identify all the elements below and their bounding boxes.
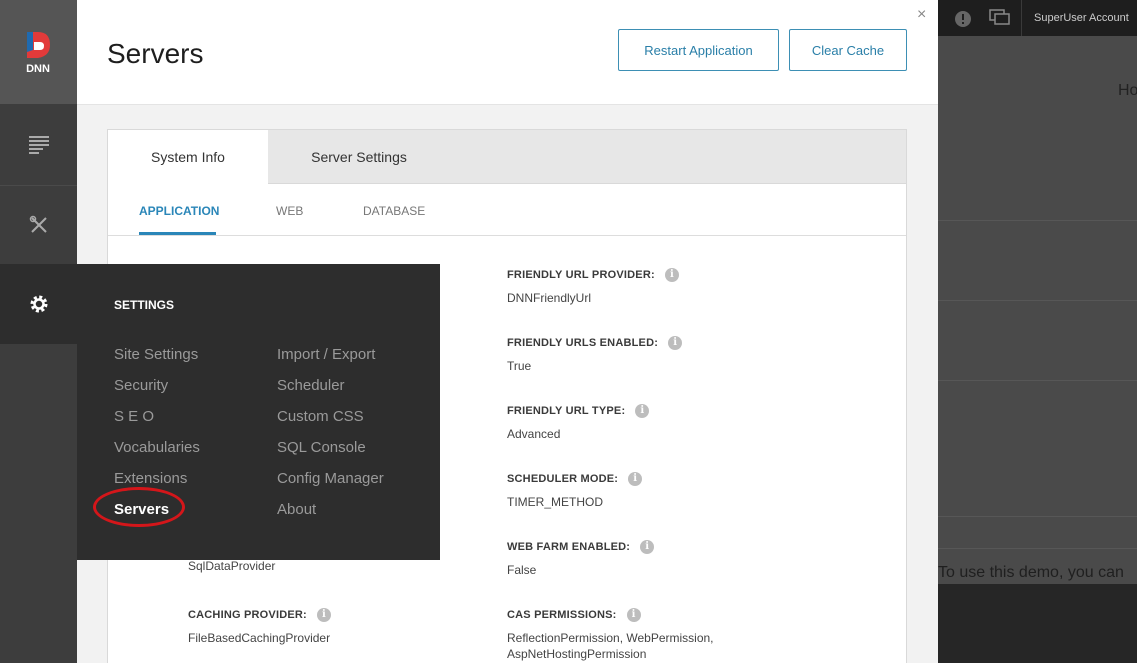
chat-icon[interactable] <box>989 9 1011 27</box>
tools-icon <box>29 215 47 233</box>
notification-icon[interactable] <box>953 10 973 28</box>
clear-cache-button[interactable]: Clear Cache <box>789 29 907 71</box>
field-value: DNNFriendlyUrl <box>507 291 592 305</box>
background-site: SuperUser Account Ho To use this demo, y… <box>938 0 1137 663</box>
info-icon[interactable]: i <box>664 267 679 282</box>
info-icon[interactable]: i <box>668 335 683 350</box>
bg-divider <box>938 516 1137 517</box>
field-value: False <box>507 563 537 577</box>
topbar-divider <box>1021 0 1022 36</box>
field-label: CACHING PROVIDER: <box>188 608 307 621</box>
bg-divider <box>938 548 1137 549</box>
sub-tabs: APPLICATION WEB DATABASE <box>108 184 906 236</box>
field-label: SCHEDULER MODE: <box>507 472 619 485</box>
highlight-circle <box>93 487 185 527</box>
menu-item-security[interactable]: Security <box>114 377 168 394</box>
field-web-farm-enabled: WEB FARM ENABLED: i False <box>507 538 807 578</box>
background-content <box>938 36 1137 584</box>
background-demo-text: To use this demo, you can <box>938 564 1124 581</box>
panel-header: Servers Restart Application Clear Cache … <box>77 0 938 105</box>
field-data-provider: SqlDataProvider <box>188 558 448 574</box>
menu-item-config-manager[interactable]: Config Manager <box>277 470 384 487</box>
info-icon[interactable]: i <box>626 607 641 622</box>
field-value: FileBasedCachingProvider <box>188 631 331 645</box>
field-value: Advanced <box>507 427 561 441</box>
main-tabs: System Info Server Settings <box>108 130 906 184</box>
field-value: True <box>507 359 532 373</box>
field-friendly-url-provider: FRIENDLY URL PROVIDER: i DNNFriendlyUrl <box>507 266 807 306</box>
menu-item-import-export[interactable]: Import / Export <box>277 346 375 363</box>
field-friendly-url-type: FRIENDLY URL TYPE: i Advanced <box>507 402 807 442</box>
menu-item-site-settings[interactable]: Site Settings <box>114 346 198 363</box>
dnn-logo[interactable]: DNN <box>0 0 77 104</box>
field-value: SqlDataProvider <box>188 559 276 573</box>
gear-icon <box>30 295 47 313</box>
sidebar-manage-button[interactable] <box>0 185 77 265</box>
field-label: FRIENDLY URL TYPE: <box>507 404 626 417</box>
field-friendly-urls-enabled: FRIENDLY URLS ENABLED: i True <box>507 334 807 374</box>
subtab-application[interactable]: APPLICATION <box>139 204 219 218</box>
field-caching-provider: CACHING PROVIDER: i FileBasedCachingProvi… <box>188 606 448 646</box>
restart-application-button[interactable]: Restart Application <box>618 29 779 71</box>
field-scheduler-mode: SCHEDULER MODE: i TIMER_METHOD <box>507 470 807 510</box>
sidebar-content-button[interactable] <box>0 105 77 185</box>
dnn-logo-icon: DNN <box>26 32 50 75</box>
tab-server-settings[interactable]: Server Settings <box>268 130 450 184</box>
settings-flyout-menu: SETTINGS Site Settings Security S E O Vo… <box>77 264 440 560</box>
bg-divider <box>938 380 1137 381</box>
info-icon[interactable]: i <box>635 403 650 418</box>
field-label: FRIENDLY URLS ENABLED: <box>507 336 659 349</box>
flyout-title: SETTINGS <box>114 298 175 312</box>
field-value: TIMER_METHOD <box>507 495 603 509</box>
menu-item-sql-console[interactable]: SQL Console <box>277 439 366 456</box>
menu-item-custom-css[interactable]: Custom CSS <box>277 408 364 425</box>
menu-item-vocabularies[interactable]: Vocabularies <box>114 439 200 456</box>
menu-item-seo[interactable]: S E O <box>114 408 154 425</box>
field-label: CAS PERMISSIONS: <box>507 608 617 621</box>
subtab-web[interactable]: WEB <box>276 204 303 218</box>
field-label: FRIENDLY URL PROVIDER: <box>507 268 655 281</box>
menu-item-scheduler[interactable]: Scheduler <box>277 377 345 394</box>
background-topbar: SuperUser Account <box>938 0 1137 36</box>
field-label: WEB FARM ENABLED: <box>507 540 631 553</box>
persona-bar: DNN <box>0 0 77 663</box>
page-title: Servers <box>107 38 204 69</box>
close-icon[interactable]: × <box>917 6 926 24</box>
field-cas-permissions: CAS PERMISSIONS: i ReflectionPermission, … <box>507 606 747 662</box>
account-link[interactable]: SuperUser Account <box>1034 12 1129 24</box>
info-icon[interactable]: i <box>640 539 655 554</box>
background-footer <box>938 584 1137 663</box>
subtab-database[interactable]: DATABASE <box>363 204 425 218</box>
bg-divider <box>938 220 1137 221</box>
active-subtab-indicator <box>139 232 216 235</box>
menu-item-extensions[interactable]: Extensions <box>114 470 187 487</box>
content-icon <box>28 136 49 154</box>
field-value: ReflectionPermission, WebPermission, Asp… <box>507 631 714 661</box>
bg-divider <box>938 300 1137 301</box>
background-heading: Ho <box>1118 82 1137 99</box>
svg-text:DNN: DNN <box>26 63 50 75</box>
info-icon[interactable]: i <box>628 471 643 486</box>
menu-item-about[interactable]: About <box>277 501 316 518</box>
tab-system-info[interactable]: System Info <box>108 130 268 184</box>
info-icon[interactable]: i <box>316 607 331 622</box>
sidebar-settings-button[interactable] <box>0 264 77 344</box>
